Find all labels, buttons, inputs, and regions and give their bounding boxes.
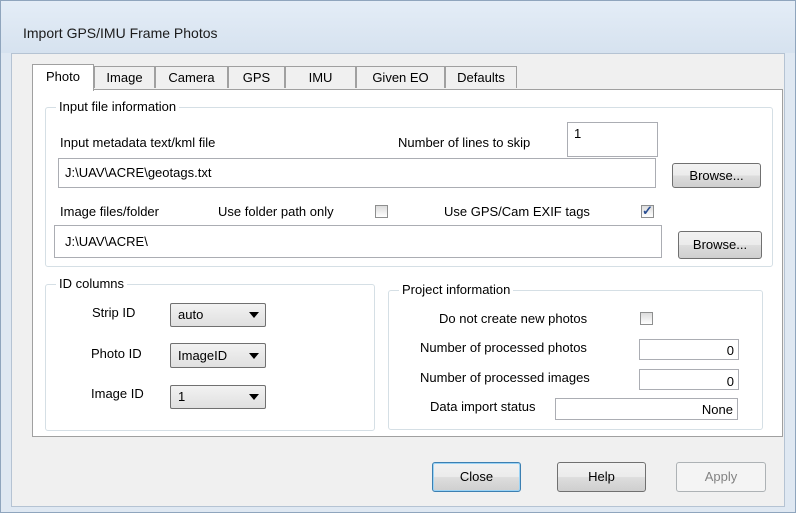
tab-imu[interactable]: IMU xyxy=(285,66,356,88)
processed-photos-label: Number of processed photos xyxy=(420,340,587,355)
tab-gps[interactable]: GPS xyxy=(228,66,285,88)
id-columns-legend: ID columns xyxy=(56,276,128,291)
browse-metadata-button[interactable]: Browse... xyxy=(672,163,761,188)
processed-images-field[interactable]: 0 xyxy=(639,369,739,390)
image-folder-path-field[interactable]: J:\UAV\ACRE\ xyxy=(54,225,662,258)
chevron-down-icon xyxy=(249,394,259,400)
processed-images-label: Number of processed images xyxy=(420,370,590,385)
tab-panel-photo: Input file information Input metadata te… xyxy=(32,89,783,437)
tab-camera[interactable]: Camera xyxy=(155,66,228,88)
photo-id-label: Photo ID xyxy=(91,346,142,361)
tab-given-eo[interactable]: Given EO xyxy=(356,66,445,88)
folder-path-only-checkbox[interactable] xyxy=(375,205,388,218)
id-columns-group: ID columns Strip ID auto Photo ID ImageI… xyxy=(45,276,375,431)
tab-photo[interactable]: Photo xyxy=(32,64,94,91)
photo-id-combobox[interactable]: ImageID xyxy=(170,343,266,368)
strip-id-value: auto xyxy=(178,307,204,322)
input-file-legend: Input file information xyxy=(56,99,180,114)
image-id-value: 1 xyxy=(178,389,186,404)
tab-defaults[interactable]: Defaults xyxy=(445,66,517,88)
chevron-down-icon xyxy=(249,352,259,359)
exif-tags-checkbox[interactable]: ✓ xyxy=(641,203,654,218)
lines-to-skip-label: Number of lines to skip xyxy=(398,135,531,150)
folder-path-only-label: Use folder path only xyxy=(218,204,334,219)
close-button[interactable]: Close xyxy=(432,462,521,492)
strip-id-combobox[interactable]: auto xyxy=(170,303,266,327)
metadata-file-label: Input metadata text/kml file xyxy=(60,135,216,150)
tab-image[interactable]: Image xyxy=(94,66,155,88)
no-new-photos-label: Do not create new photos xyxy=(439,311,588,326)
project-info-group: Project information Do not create new ph… xyxy=(388,282,763,430)
exif-tags-check-mark: ✓ xyxy=(642,203,653,218)
import-status-label: Data import status xyxy=(430,399,536,414)
import-status-field[interactable]: None xyxy=(555,398,738,420)
no-new-photos-checkbox[interactable] xyxy=(640,312,653,325)
image-id-combobox[interactable]: 1 xyxy=(170,385,266,409)
chevron-down-icon xyxy=(249,312,259,318)
apply-button[interactable]: Apply xyxy=(676,462,766,492)
strip-id-label: Strip ID xyxy=(92,305,136,320)
title-bar[interactable]: Import GPS/IMU Frame Photos xyxy=(1,1,795,53)
project-info-legend: Project information xyxy=(399,282,514,297)
image-files-label: Image files/folder xyxy=(60,204,159,219)
image-id-label: Image ID xyxy=(91,386,144,401)
metadata-file-path-field[interactable]: J:\UAV\ACRE\geotags.txt xyxy=(58,158,656,188)
photo-id-value: ImageID xyxy=(178,348,228,363)
processed-photos-field[interactable]: 0 xyxy=(639,339,739,360)
help-button[interactable]: Help xyxy=(557,462,646,492)
browse-images-button[interactable]: Browse... xyxy=(678,231,762,259)
lines-to-skip-field[interactable]: 1 xyxy=(567,122,658,157)
input-file-group: Input file information Input metadata te… xyxy=(45,99,773,267)
window-title: Import GPS/IMU Frame Photos xyxy=(23,25,218,41)
exif-tags-label: Use GPS/Cam EXIF tags xyxy=(444,204,590,219)
